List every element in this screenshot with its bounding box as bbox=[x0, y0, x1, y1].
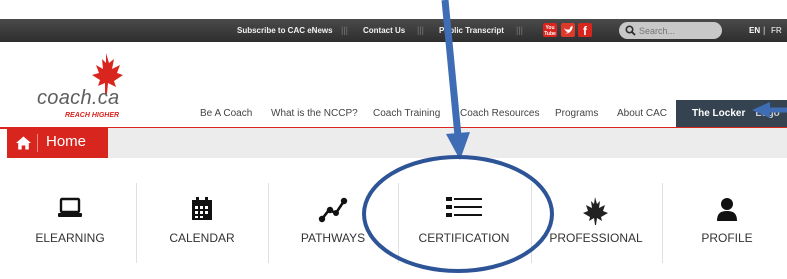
home-tab[interactable]: Home bbox=[7, 128, 108, 158]
user-icon bbox=[717, 198, 737, 221]
menu-certification[interactable]: CERTIFICATION bbox=[404, 193, 524, 253]
facebook-glyph: f bbox=[583, 24, 588, 37]
separator: ||| bbox=[417, 25, 425, 35]
divider bbox=[37, 134, 38, 152]
menu-label: PROFESSIONAL bbox=[549, 231, 643, 245]
the-locker-label: The Locker bbox=[692, 108, 746, 119]
nav-coach-training[interactable]: Coach Training bbox=[373, 107, 440, 121]
language-en-link[interactable]: EN bbox=[749, 19, 760, 42]
separator: ||| bbox=[516, 25, 524, 35]
maple-leaf-icon bbox=[583, 197, 608, 225]
calendar-icon bbox=[192, 197, 212, 220]
nav-programs[interactable]: Programs bbox=[555, 107, 598, 121]
menu-label: CALENDAR bbox=[169, 231, 235, 245]
menu-divider bbox=[268, 183, 269, 263]
locker-login-label: Logo bbox=[755, 108, 780, 119]
menu-label: CERTIFICATION bbox=[418, 231, 510, 245]
logo-tagline: REACH HIGHER bbox=[65, 112, 120, 119]
logo-wordmark: coach.ca bbox=[37, 87, 120, 109]
nav-coach-resources[interactable]: Coach Resources bbox=[460, 107, 539, 121]
youtube-tube-text: Tube bbox=[544, 31, 556, 37]
pathways-icon bbox=[318, 197, 348, 223]
search-icon bbox=[625, 25, 636, 36]
menu-calendar[interactable]: CALENDAR bbox=[142, 193, 262, 253]
menu-pathways[interactable]: PATHWAYS bbox=[273, 193, 393, 253]
menu-elearning[interactable]: ELEARNING bbox=[10, 193, 130, 253]
menu-divider bbox=[662, 183, 663, 263]
language-fr-link[interactable]: FR bbox=[771, 19, 782, 42]
menu-professional[interactable]: PROFESSIONAL bbox=[536, 193, 656, 253]
separator: ||| bbox=[341, 25, 349, 35]
menu-label: PROFILE bbox=[701, 231, 753, 245]
the-locker-button[interactable]: The Locker Logo bbox=[676, 100, 787, 128]
nav-be-a-coach[interactable]: Be A Coach bbox=[200, 107, 252, 121]
certification-icon bbox=[446, 197, 482, 217]
home-icon bbox=[16, 136, 31, 150]
breadcrumb-bar bbox=[108, 128, 787, 158]
laptop-icon bbox=[58, 197, 82, 217]
menu-divider bbox=[398, 183, 399, 263]
language-separator: | bbox=[763, 25, 766, 35]
contact-us-link[interactable]: Contact Us bbox=[363, 19, 405, 42]
home-label: Home bbox=[46, 133, 87, 150]
facebook-icon[interactable]: f bbox=[578, 23, 592, 38]
menu-label: PATHWAYS bbox=[300, 231, 366, 245]
subscribe-enews-link[interactable]: Subscribe to CAC eNews bbox=[237, 19, 333, 42]
menu-divider bbox=[531, 183, 532, 263]
coach-ca-logo[interactable]: coach.ca REACH HIGHER bbox=[34, 53, 134, 123]
menu-label: ELEARNING bbox=[35, 231, 105, 245]
twitter-icon[interactable] bbox=[561, 23, 575, 37]
nav-about-cac[interactable]: About CAC bbox=[617, 107, 667, 121]
menu-profile[interactable]: PROFILE bbox=[667, 193, 787, 253]
nav-what-is-nccp[interactable]: What is the NCCP? bbox=[271, 107, 358, 121]
menu-divider bbox=[136, 183, 137, 263]
public-transcript-link[interactable]: Public Transcript bbox=[439, 19, 504, 42]
youtube-icon[interactable]: You Tube bbox=[543, 23, 557, 37]
